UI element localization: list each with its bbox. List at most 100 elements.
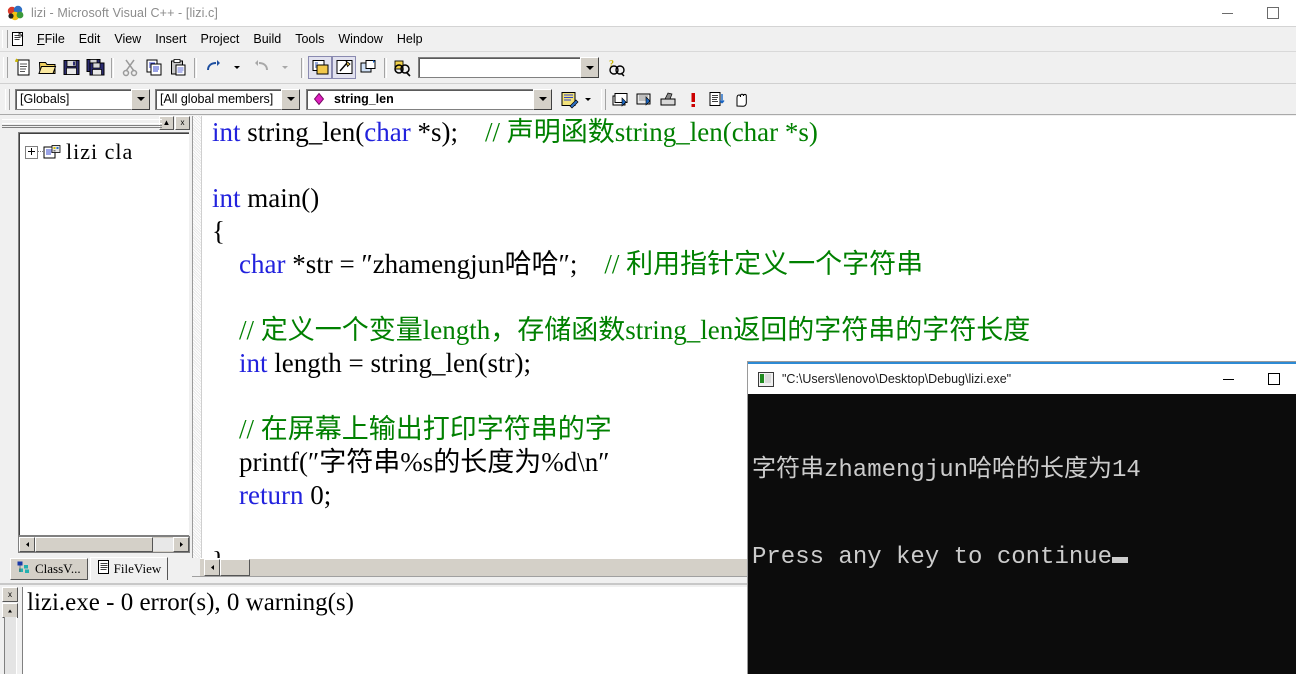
console-window[interactable]: "C:\Users\lenovo\Desktop\Debug\lizi.exe"… xyxy=(748,362,1296,674)
code-line xyxy=(212,149,1296,182)
find-combo[interactable] xyxy=(418,57,599,78)
go-button[interactable] xyxy=(705,88,729,111)
code-token-kw: char xyxy=(239,249,292,279)
class-combo[interactable]: [Globals] xyxy=(15,89,150,110)
console-maximize-button[interactable] xyxy=(1251,364,1296,394)
visual-cpp-window: lizi - Microsoft Visual C++ - [lizi.c] F… xyxy=(0,0,1296,674)
output-vscrollbar[interactable] xyxy=(4,617,17,674)
tree-item-label: lizi cla xyxy=(66,139,133,165)
member-combo[interactable]: [All global members] xyxy=(155,89,300,110)
console-line-2: Press any key to continue xyxy=(752,543,1296,572)
hscroll-thumb[interactable] xyxy=(35,537,153,552)
menu-tools[interactable]: Tools xyxy=(288,30,331,48)
save-button[interactable] xyxy=(59,56,83,79)
code-line: // 定义一个变量length，存储函数string_len返回的字符串的字符长… xyxy=(212,314,1296,347)
menu-build[interactable]: Build xyxy=(246,30,288,48)
member-combo-dropdown[interactable] xyxy=(281,89,300,110)
hscroll-track[interactable] xyxy=(153,538,173,551)
menu-insert[interactable]: Insert xyxy=(148,30,193,48)
title-bar: lizi - Microsoft Visual C++ - [lizi.c] xyxy=(0,0,1296,27)
execute-button[interactable] xyxy=(681,88,705,111)
console-output: 字符串zhamengjun哈哈的长度为14 Press any key to c… xyxy=(748,394,1296,630)
editor-hscroll-thumb[interactable] xyxy=(220,559,250,576)
window-controls xyxy=(1204,0,1296,26)
workspace-button[interactable] xyxy=(308,56,332,79)
menu-view[interactable]: View xyxy=(107,30,148,48)
menu-help[interactable]: Help xyxy=(390,30,430,48)
tab-classview[interactable]: ClassV... xyxy=(10,558,88,580)
code-line: { xyxy=(212,215,1296,248)
wizard-action-button[interactable] xyxy=(557,88,581,111)
code-token-txt xyxy=(212,480,239,510)
code-token-kw: return xyxy=(239,480,310,510)
toolbar-grip[interactable] xyxy=(3,57,8,78)
stop-build-button[interactable] xyxy=(657,88,681,111)
menu-edit[interactable]: Edit xyxy=(72,30,108,48)
wizardbar-grip[interactable] xyxy=(5,89,10,110)
fileview-tree[interactable]: lizi cla xyxy=(18,132,189,536)
menu-file[interactable]: FFile xyxy=(30,30,72,48)
console-cursor xyxy=(1112,557,1128,563)
tab-fileview[interactable]: FileView xyxy=(90,557,169,580)
class-combo-dropdown[interactable] xyxy=(131,89,150,110)
minimize-button[interactable] xyxy=(1204,0,1250,26)
build-toolbar-grip[interactable] xyxy=(601,89,606,110)
scroll-left-icon[interactable] xyxy=(19,537,35,552)
menu-bar: FFile Edit View Insert Project Build Too… xyxy=(0,27,1296,52)
copy-button[interactable] xyxy=(142,56,166,79)
maximize-button[interactable] xyxy=(1250,0,1296,26)
code-token-kw: int xyxy=(212,117,247,147)
expand-icon[interactable] xyxy=(25,146,38,159)
menu-grip[interactable] xyxy=(2,30,8,48)
redo-button[interactable] xyxy=(249,56,273,79)
scroll-right-icon[interactable] xyxy=(173,537,189,552)
code-line xyxy=(212,281,1296,314)
function-combo[interactable]: string_len xyxy=(306,89,552,110)
find-in-files-button[interactable] xyxy=(391,56,415,79)
code-token-cm: // 声明函数string_len(char *s) xyxy=(485,117,818,147)
function-combo-dropdown[interactable] xyxy=(533,89,552,110)
insert-breakpoint-button[interactable] xyxy=(729,88,753,111)
output-button[interactable] xyxy=(332,56,356,79)
save-all-button[interactable] xyxy=(83,56,107,79)
standard-toolbar: ? xyxy=(0,52,1296,84)
workspace-close-button[interactable]: x xyxy=(175,116,190,130)
code-token-txt xyxy=(212,315,239,345)
wizardbar-toolbar: [Globals] [All global members] string_le… xyxy=(0,84,1296,115)
function-combo-value: string_len xyxy=(330,92,533,106)
cut-button[interactable] xyxy=(118,56,142,79)
open-file-button[interactable] xyxy=(35,56,59,79)
code-token-txt: *s); xyxy=(417,117,485,147)
code-token-cm: // 利用指针定义一个字符串 xyxy=(604,249,923,279)
code-token-txt xyxy=(212,348,239,378)
code-token-kw: char xyxy=(364,117,417,147)
undo-dropdown[interactable] xyxy=(225,56,249,79)
tab-classview-label: ClassV... xyxy=(35,561,81,577)
undo-button[interactable] xyxy=(201,56,225,79)
tab-fileview-label: FileView xyxy=(114,561,162,577)
paste-button[interactable] xyxy=(166,56,190,79)
search-help-button[interactable]: ? xyxy=(605,56,629,79)
new-file-button[interactable] xyxy=(11,56,35,79)
editor-scroll-left-icon[interactable] xyxy=(204,559,220,576)
output-scroll-up-button[interactable] xyxy=(2,603,18,618)
wizard-action-dropdown[interactable] xyxy=(581,88,595,111)
code-token-txt: string_len( xyxy=(247,117,364,147)
tree-item-root[interactable]: lizi cla xyxy=(19,133,189,165)
menu-project[interactable]: Project xyxy=(193,30,246,48)
find-combo-dropdown[interactable] xyxy=(580,57,599,78)
window-list-button[interactable] xyxy=(356,56,380,79)
editor-selection-margin[interactable] xyxy=(192,116,202,558)
build-button[interactable] xyxy=(633,88,657,111)
console-minimize-button[interactable] xyxy=(1206,364,1251,394)
workspace-title-grip[interactable] xyxy=(2,119,162,128)
workspace-hscrollbar[interactable] xyxy=(18,536,190,553)
code-line: char *str = ″zhamengjun哈哈″; // 利用指针定义一个字… xyxy=(212,248,1296,281)
toolbar-separator xyxy=(194,58,197,78)
magenta-diamond-icon xyxy=(312,92,326,106)
menu-window[interactable]: Window xyxy=(331,30,389,48)
output-close-button[interactable]: x xyxy=(2,587,18,602)
redo-dropdown[interactable] xyxy=(273,56,297,79)
compile-button[interactable] xyxy=(609,88,633,111)
code-line: int string_len(char *s); // 声明函数string_l… xyxy=(212,116,1296,149)
